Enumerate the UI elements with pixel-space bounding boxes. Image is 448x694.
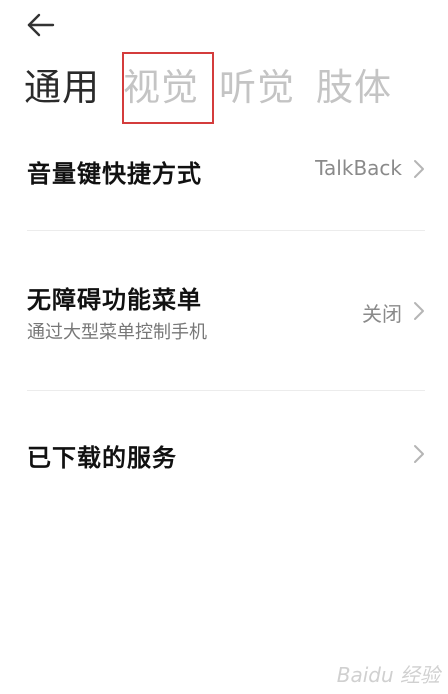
divider (27, 230, 425, 231)
arrow-left-icon (27, 13, 55, 37)
accessibility-menu-row[interactable]: 无障碍功能菜单 通过大型菜单控制手机 关闭 (0, 268, 448, 388)
volume-key-shortcut-value: TalkBack (315, 156, 402, 180)
downloaded-services-title: 已下载的服务 (27, 444, 177, 472)
volume-key-shortcut-title: 音量键快捷方式 (27, 160, 202, 188)
divider (27, 390, 425, 391)
tab-hearing[interactable]: 听觉 (219, 62, 295, 114)
category-tabs: 通用 视觉 听觉 肢体 (0, 62, 448, 122)
accessibility-menu-value: 关闭 (362, 302, 402, 326)
accessibility-settings-page: 通用 视觉 听觉 肢体 音量键快捷方式 TalkBack 无障碍功能菜单 通过大… (0, 0, 448, 694)
baidu-watermark: Baidu 经验 (336, 663, 440, 687)
downloaded-services-row[interactable]: 已下载的服务 (0, 426, 448, 496)
highlight-annotation-box (122, 52, 214, 124)
accessibility-menu-subtitle: 通过大型菜单控制手机 (27, 322, 207, 343)
chevron-right-icon (414, 302, 424, 320)
chevron-right-icon (414, 445, 424, 463)
tab-physical[interactable]: 肢体 (316, 62, 392, 114)
accessibility-menu-title: 无障碍功能菜单 (27, 286, 202, 314)
tab-general[interactable]: 通用 (24, 62, 100, 114)
chevron-right-icon (414, 160, 424, 178)
back-button[interactable] (24, 10, 58, 40)
volume-key-shortcut-row[interactable]: 音量键快捷方式 TalkBack (0, 140, 448, 230)
